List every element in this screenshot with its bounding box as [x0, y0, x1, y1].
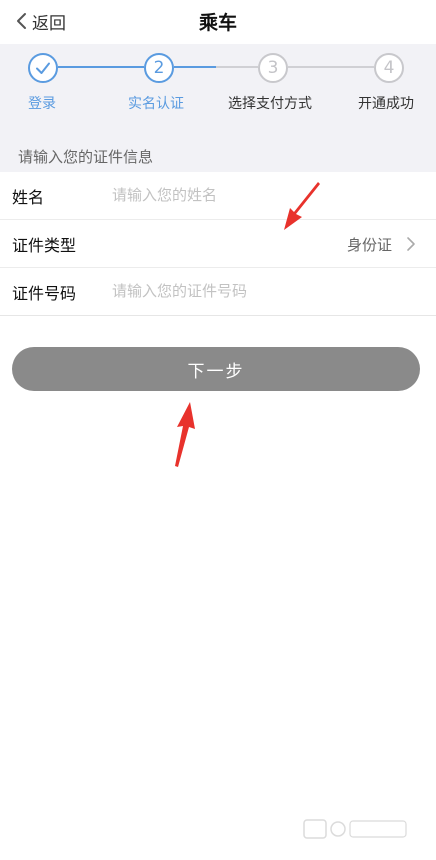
step-progress: 2 3 4 登录 实名认证 选择支付方式 开通成功 请输入您的证件信息 — [0, 44, 436, 172]
step-4-circle: 4 — [374, 53, 404, 83]
id-number-input[interactable] — [112, 276, 412, 306]
annotation-arrow-icon — [284, 182, 320, 230]
name-input[interactable] — [112, 180, 412, 210]
id-type-row[interactable]: 证件类型 身份证 — [0, 220, 436, 268]
step-2-label: 实名认证 — [128, 96, 184, 112]
nav-header: 返回 乘车 — [0, 0, 436, 44]
checkmark-icon — [36, 62, 50, 74]
id-type-value: 身份证 — [346, 236, 392, 254]
id-number-row: 证件号码 — [0, 268, 436, 316]
step-connector — [216, 66, 258, 68]
next-step-button[interactable]: 下一步 — [12, 347, 420, 391]
step-2-circle: 2 — [144, 53, 174, 83]
step-3-circle: 3 — [258, 53, 288, 83]
chevron-right-icon — [407, 237, 415, 251]
id-form: 姓名 证件类型 身份证 证件号码 — [0, 172, 436, 316]
section-hint: 请输入您的证件信息 — [18, 148, 154, 166]
step-connector — [174, 66, 216, 68]
name-row: 姓名 — [0, 172, 436, 220]
step-1-circle — [28, 53, 58, 83]
step-3-label: 选择支付方式 — [228, 96, 312, 112]
watermark-logo-icon — [303, 819, 407, 839]
page: 返回 乘车 2 3 4 登录 实名认证 选择支付方式 开通成功 请输入您的证件信… — [0, 0, 436, 860]
name-label: 姓名 — [12, 188, 45, 207]
id-type-label: 证件类型 — [12, 236, 77, 255]
step-connector — [58, 66, 144, 68]
annotation-arrow-icon — [175, 402, 195, 467]
step-4-label: 开通成功 — [358, 96, 414, 112]
step-1-label: 登录 — [28, 96, 56, 112]
page-title: 乘车 — [198, 12, 237, 34]
id-number-label: 证件号码 — [12, 284, 77, 303]
step-connector — [288, 66, 374, 68]
